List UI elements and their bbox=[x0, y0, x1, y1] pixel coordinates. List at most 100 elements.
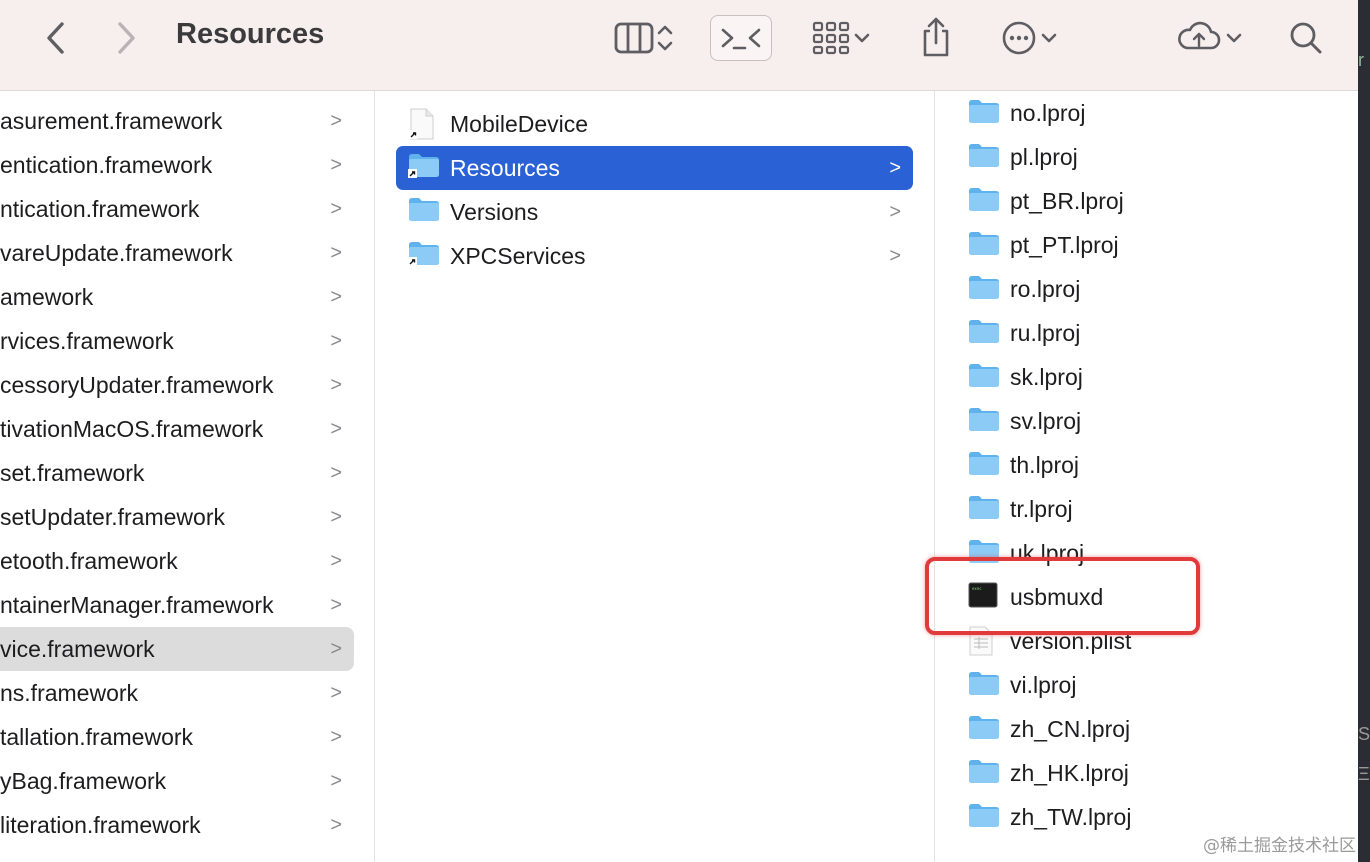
more-icon bbox=[1002, 21, 1036, 55]
chevron-down-icon bbox=[854, 33, 870, 43]
file-item-label: pt_BR.lproj bbox=[1010, 187, 1124, 214]
chevron-right-icon: > bbox=[330, 329, 342, 352]
chevron-right-icon: > bbox=[330, 153, 342, 176]
framework-item[interactable]: rvices.framework > bbox=[0, 319, 354, 363]
framework-item-label: entication.framework bbox=[0, 151, 213, 178]
action-button[interactable] bbox=[994, 16, 1066, 60]
back-button[interactable] bbox=[38, 18, 74, 58]
column-frameworks: asurement.framework > entication.framewor… bbox=[0, 91, 375, 862]
framework-item[interactable]: cessoryUpdater.framework > bbox=[0, 363, 354, 407]
window-title: Resources bbox=[176, 18, 325, 50]
forward-button[interactable] bbox=[108, 18, 144, 58]
framework-item-label: setUpdater.framework bbox=[0, 503, 225, 530]
framework-item-label: tivationMacOS.framework bbox=[0, 415, 264, 442]
icloud-button[interactable] bbox=[1170, 16, 1250, 60]
framework-item[interactable]: tivationMacOS.framework > bbox=[0, 407, 354, 451]
share-button[interactable] bbox=[914, 12, 958, 62]
framework-item[interactable]: set.framework > bbox=[0, 451, 354, 495]
forward-icon bbox=[118, 22, 135, 54]
folder-icon bbox=[968, 142, 1000, 174]
framework-item[interactable]: literation.framework > bbox=[0, 803, 354, 847]
file-item[interactable]: vi.lproj bbox=[935, 663, 1335, 707]
framework-item-label: tallation.framework bbox=[0, 723, 194, 750]
chevron-right-icon: > bbox=[330, 285, 342, 308]
item-label: MobileDevice bbox=[450, 110, 589, 137]
framework-item[interactable]: yBag.framework > bbox=[0, 759, 354, 803]
file-item-label: pl.lproj bbox=[1010, 143, 1078, 170]
framework-item[interactable]: vice.framework > bbox=[0, 627, 354, 671]
chevron-right-icon: > bbox=[330, 549, 342, 572]
item-mobiledevice[interactable]: MobileDevice bbox=[396, 102, 913, 146]
toolbar: Resources bbox=[0, 0, 1358, 91]
framework-item-label: literation.framework bbox=[0, 811, 201, 838]
chevron-down-icon bbox=[1226, 33, 1242, 43]
framework-item[interactable]: ntication.framework > bbox=[0, 187, 354, 231]
folder-icon bbox=[968, 362, 1000, 394]
chevron-right-icon: > bbox=[330, 373, 342, 396]
search-button[interactable] bbox=[1284, 16, 1328, 60]
file-item[interactable]: th.lproj bbox=[935, 443, 1335, 487]
icloud-icon bbox=[1178, 21, 1221, 50]
folder-icon bbox=[968, 802, 1000, 834]
file-item[interactable]: sk.lproj bbox=[935, 355, 1335, 399]
file-item[interactable]: tr.lproj bbox=[935, 487, 1335, 531]
terminal-button[interactable] bbox=[710, 15, 772, 61]
item-label: Versions bbox=[450, 198, 539, 225]
file-item[interactable]: ro.lproj bbox=[935, 267, 1335, 311]
framework-item[interactable]: ns.framework > bbox=[0, 671, 354, 715]
chevron-right-icon: > bbox=[330, 109, 342, 132]
framework-item-label: etooth.framework bbox=[0, 547, 178, 574]
folder-icon bbox=[408, 196, 440, 228]
chevron-right-icon: > bbox=[330, 417, 342, 440]
highlight-box bbox=[925, 557, 1200, 635]
file-item-label: pt_PT.lproj bbox=[1010, 231, 1119, 258]
framework-item[interactable]: tallation.framework > bbox=[0, 715, 354, 759]
share-icon bbox=[923, 17, 949, 57]
file-item-label: zh_TW.lproj bbox=[1010, 803, 1132, 830]
group-button[interactable] bbox=[804, 16, 880, 60]
item-label: XPCServices bbox=[450, 242, 586, 269]
file-item-label: no.lproj bbox=[1010, 99, 1086, 126]
folder-icon bbox=[968, 230, 1000, 262]
folder-icon bbox=[968, 450, 1000, 482]
folder-icon bbox=[968, 670, 1000, 702]
view-mode-button[interactable] bbox=[604, 18, 684, 58]
file-item-label: ru.lproj bbox=[1010, 319, 1081, 346]
back-icon bbox=[47, 22, 64, 54]
framework-item[interactable]: asurement.framework > bbox=[0, 99, 354, 143]
item-versions[interactable]: Versions > bbox=[396, 190, 913, 234]
framework-item[interactable]: vareUpdate.framework > bbox=[0, 231, 354, 275]
item-resources[interactable]: Resources > bbox=[396, 146, 913, 190]
framework-item-label: ns.framework bbox=[0, 679, 139, 706]
framework-item-label: vice.framework bbox=[0, 635, 155, 662]
folder-icon bbox=[968, 186, 1000, 218]
framework-item[interactable]: etooth.framework > bbox=[0, 539, 354, 583]
file-item[interactable]: pt_BR.lproj bbox=[935, 179, 1335, 223]
framework-item[interactable]: setUpdater.framework > bbox=[0, 495, 354, 539]
framework-item[interactable]: ntainerManager.framework > bbox=[0, 583, 354, 627]
file-item-label: th.lproj bbox=[1010, 451, 1080, 478]
column-view-icon bbox=[614, 22, 654, 54]
file-item[interactable]: ru.lproj bbox=[935, 311, 1335, 355]
chevron-right-icon: > bbox=[889, 156, 901, 179]
file-item[interactable]: no.lproj bbox=[935, 91, 1335, 135]
framework-item[interactable]: amework > bbox=[0, 275, 354, 319]
framework-item-label: amework bbox=[0, 283, 94, 310]
file-item-label: zh_CN.lproj bbox=[1010, 715, 1131, 742]
folder-icon bbox=[968, 318, 1000, 350]
item-xpcservices[interactable]: XPCServices > bbox=[396, 234, 913, 278]
file-item[interactable]: pl.lproj bbox=[935, 135, 1335, 179]
file-item[interactable]: zh_HK.lproj bbox=[935, 751, 1335, 795]
file-item[interactable]: pt_PT.lproj bbox=[935, 223, 1335, 267]
file-item[interactable]: sv.lproj bbox=[935, 399, 1335, 443]
folder-icon bbox=[968, 98, 1000, 130]
chevron-right-icon: > bbox=[889, 244, 901, 267]
chevron-down-icon bbox=[1041, 33, 1057, 43]
folder-icon bbox=[968, 406, 1000, 438]
file-item[interactable]: zh_CN.lproj bbox=[935, 707, 1335, 751]
terminal-icon bbox=[721, 28, 761, 50]
folder-icon bbox=[968, 274, 1000, 306]
search-icon bbox=[1290, 22, 1322, 54]
framework-item[interactable]: entication.framework > bbox=[0, 143, 354, 187]
background-editor-strip: r S Ξ bbox=[1358, 0, 1370, 862]
